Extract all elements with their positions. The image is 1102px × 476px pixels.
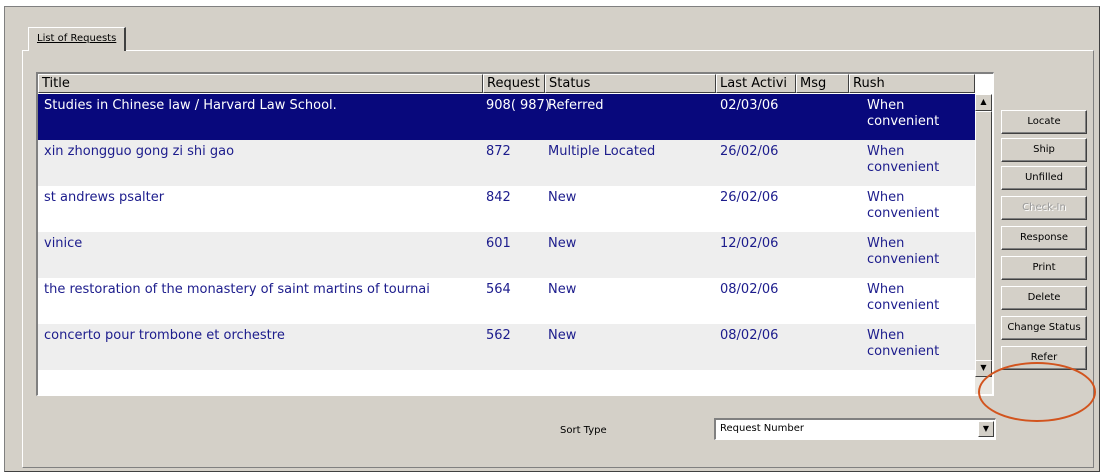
table-row[interactable]: vinice 601 New 12/02/06 When convenient [38, 232, 975, 278]
cell-status: New [548, 236, 577, 251]
cell-status: New [548, 282, 577, 297]
scroll-up-arrow-icon[interactable]: ▲ [975, 94, 992, 111]
cell-last-activity: 02/03/06 [720, 98, 779, 113]
column-header-status[interactable]: Status [545, 74, 716, 93]
cell-rush: When convenient [867, 190, 940, 221]
table-row[interactable]: Studies in Chinese law / Harvard Law Sch… [38, 94, 975, 140]
table-row[interactable]: the restoration of the monastery of sain… [38, 278, 975, 324]
cell-status: Multiple Located [548, 144, 656, 159]
cell-status: New [548, 328, 577, 343]
cell-request-no: 908( 987) [486, 98, 550, 113]
cell-title: concerto pour trombone et orchestre [44, 328, 285, 343]
change-status-button[interactable]: Change Status [1001, 316, 1087, 340]
unfilled-button[interactable]: Unfilled [1001, 166, 1087, 190]
requests-grid: Title Request No Status Last Activi Msg … [36, 72, 994, 396]
cell-last-activity: 26/02/06 [720, 190, 779, 205]
scrollbar-thumb[interactable] [975, 111, 992, 361]
column-header-last-activity[interactable]: Last Activi [716, 74, 796, 93]
response-button[interactable]: Response [1001, 226, 1087, 250]
cell-title: st andrews psalter [44, 190, 165, 205]
refer-button[interactable]: Refer [1001, 346, 1087, 370]
table-row-partial[interactable] [38, 370, 975, 395]
vertical-scrollbar[interactable]: ▲ ▼ [975, 94, 992, 394]
cell-request-no: 872 [486, 144, 511, 159]
table-row[interactable]: xin zhongguo gong zi shi gao 872 Multipl… [38, 140, 975, 186]
cell-request-no: 842 [486, 190, 511, 205]
column-header-title[interactable]: Title [38, 74, 483, 93]
cell-status: Referred [548, 98, 604, 113]
check-in-button[interactable]: Check-In [1001, 196, 1087, 220]
cell-request-no: 601 [486, 236, 511, 251]
cell-rush: When convenient [867, 144, 940, 175]
column-header-msg[interactable]: Msg [796, 74, 849, 93]
cell-last-activity: 26/02/06 [720, 144, 779, 159]
cell-status: New [548, 190, 577, 205]
column-header-rush[interactable]: Rush [849, 74, 975, 93]
scroll-down-arrow-icon[interactable]: ▼ [975, 360, 992, 377]
cell-last-activity: 08/02/06 [720, 328, 779, 343]
cell-last-activity: 12/02/06 [720, 236, 779, 251]
table-row[interactable]: st andrews psalter 842 New 26/02/06 When… [38, 186, 975, 232]
cell-title: the restoration of the monastery of sain… [44, 282, 430, 297]
cell-rush: When convenient [867, 328, 940, 359]
cell-title: xin zhongguo gong zi shi gao [44, 144, 235, 159]
sort-type-value: Request Number [720, 423, 804, 434]
print-button[interactable]: Print [1001, 256, 1087, 280]
cell-title: Studies in Chinese law / Harvard Law Sch… [44, 98, 337, 113]
sort-type-label: Sort Type [560, 425, 607, 436]
sort-type-select[interactable]: Request Number ▼ [714, 418, 996, 440]
cell-rush: When convenient [867, 282, 940, 313]
cell-last-activity: 08/02/06 [720, 282, 779, 297]
cell-rush: When convenient [867, 98, 940, 129]
cell-title: vinice [44, 236, 83, 251]
ship-button[interactable]: Ship [1001, 138, 1087, 162]
tab-list-of-requests[interactable]: List of Requests [28, 27, 127, 51]
cell-request-no: 562 [486, 328, 511, 343]
column-header-request-no[interactable]: Request No [483, 74, 545, 93]
delete-button[interactable]: Delete [1001, 286, 1087, 310]
table-row[interactable]: concerto pour trombone et orchestre 562 … [38, 324, 975, 370]
cell-request-no: 564 [486, 282, 511, 297]
locate-button[interactable]: Locate [1001, 110, 1087, 134]
dropdown-arrow-icon[interactable]: ▼ [978, 421, 994, 437]
cell-rush: When convenient [867, 236, 940, 267]
